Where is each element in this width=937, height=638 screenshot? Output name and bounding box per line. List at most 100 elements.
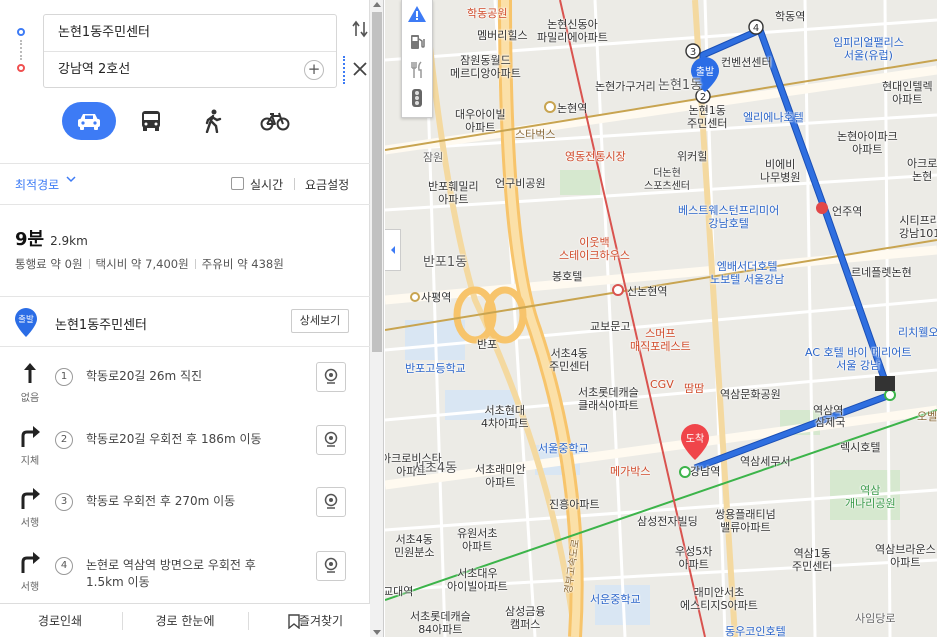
map-label: 삼제국 bbox=[815, 416, 846, 429]
map-label: 반포고등학교 bbox=[405, 362, 466, 375]
map-label: 반포1동 bbox=[423, 255, 468, 270]
map-label: 임피리얼팰리스 서울(유럽) bbox=[833, 36, 904, 62]
map-label: 컨벤션센터 bbox=[721, 56, 772, 69]
waypoint-3: 3 bbox=[690, 47, 696, 58]
map-label: 서운중학교 bbox=[590, 593, 641, 606]
separator bbox=[122, 612, 123, 630]
route-step[interactable]: 없음 1 학동로20길 26m 직진 bbox=[0, 347, 370, 409]
scroll-down-icon[interactable] bbox=[373, 630, 381, 635]
map-label: 영동전통시장 bbox=[565, 150, 626, 163]
mode-bus-button[interactable] bbox=[124, 102, 178, 140]
map-label: 논현가구거리 bbox=[595, 80, 656, 93]
traffic-info-button[interactable] bbox=[402, 0, 432, 28]
map-label: 쌍용플래티넘 밸류아파트 bbox=[715, 508, 776, 534]
location-pin-icon bbox=[324, 493, 338, 509]
origin-pin-icon bbox=[17, 28, 25, 36]
route-step[interactable]: 서행 4 논현로 역삼역 방면으로 우회전 후 1.5km 이동 bbox=[0, 536, 370, 598]
map-label: 교대역 bbox=[385, 585, 414, 598]
map-label: 아크로 논현 bbox=[907, 157, 937, 183]
map-label: 멤버리힐스 bbox=[477, 29, 528, 42]
start-badge: 출발 bbox=[18, 314, 34, 325]
walk-icon bbox=[205, 109, 222, 133]
map-label: 언구비공원 bbox=[495, 177, 546, 190]
collapse-panel-button[interactable] bbox=[385, 229, 401, 271]
map-view[interactable]: 2 3 4 출발 도착 학동공원 논현신동아 파밀리에아파트 학동역 멤버리힐스… bbox=[385, 0, 937, 637]
waypoint-dots bbox=[343, 56, 345, 84]
favorite-label: 즐겨찾기 bbox=[298, 614, 344, 628]
map-label: 더논현 스포츠센터 bbox=[644, 168, 690, 192]
taxi-cost: 택시비 약 7,400원 bbox=[95, 257, 189, 271]
route-inputs: 논현1동주민센터 강남역 2호선 + bbox=[43, 14, 337, 88]
map-label: 언주역 bbox=[832, 205, 863, 218]
map-label: 서초4동 민원분소 bbox=[394, 533, 435, 559]
mode-bike-button[interactable] bbox=[248, 102, 302, 140]
swap-route-button[interactable] bbox=[350, 20, 370, 44]
map-label: 대우아이빌 아파트 bbox=[455, 108, 506, 134]
map-label: 삼성전자빌딩 bbox=[637, 515, 698, 528]
destination-field[interactable]: 강남역 2호선 + bbox=[44, 51, 336, 87]
chevron-down-icon[interactable] bbox=[66, 175, 76, 186]
step-view-button[interactable] bbox=[316, 487, 346, 517]
route-step[interactable]: 지체 2 학동로20길 우회전 후 186m 이동 bbox=[0, 410, 370, 472]
add-waypoint-button[interactable]: + bbox=[304, 60, 324, 80]
location-pin-icon bbox=[324, 557, 338, 573]
start-name: 논현1동주민센터 bbox=[55, 318, 147, 333]
gas-station-button[interactable] bbox=[402, 28, 432, 56]
location-pin-icon bbox=[324, 431, 338, 447]
mode-car-button[interactable] bbox=[62, 102, 116, 140]
print-route-button[interactable]: 경로인쇄 bbox=[0, 604, 120, 638]
panel-scrollbar[interactable] bbox=[370, 0, 384, 637]
map-label: 강남역 bbox=[690, 465, 721, 478]
traffic-label: 지체 bbox=[20, 456, 40, 467]
step-number: 3 bbox=[55, 493, 73, 511]
map-label: 역삼브라운스 아파트 bbox=[875, 543, 936, 569]
warning-icon bbox=[408, 6, 426, 22]
realtime-label[interactable]: 실시간 bbox=[250, 176, 283, 193]
turn-right-icon bbox=[21, 488, 40, 509]
step-text: 논현로 역삼역 방면으로 우회전 후 1.5km 이동 bbox=[86, 558, 256, 589]
realtime-checkbox[interactable] bbox=[231, 177, 244, 190]
map-label: 사임당로 bbox=[855, 612, 896, 625]
map-label: 학동역 bbox=[775, 10, 806, 23]
destination-pin-icon bbox=[17, 64, 25, 72]
map-label: 비에비 나무병원 bbox=[760, 158, 801, 184]
map-label: 서초롯데캐슬 클래식아파트 bbox=[578, 386, 639, 412]
map-label: 논현신동아 파밀리에아파트 bbox=[537, 18, 608, 44]
map-label: 이웃백 스테이크하우스 bbox=[559, 236, 630, 262]
step-text: 학동로20길 26m 직진 bbox=[86, 369, 203, 383]
map-label: 스타벅스 bbox=[515, 128, 556, 141]
waypoint-2: 2 bbox=[700, 92, 706, 103]
scroll-up-icon[interactable] bbox=[373, 2, 381, 7]
map-label: 동우코인호텔 bbox=[725, 625, 786, 637]
car-icon bbox=[78, 114, 100, 130]
map-label: 논현아이파크 아파트 bbox=[837, 130, 898, 156]
traffic-light-button[interactable] bbox=[402, 84, 432, 112]
best-route-dropdown[interactable]: 최적경로 bbox=[15, 176, 59, 193]
origin-field[interactable]: 논현1동주민센터 bbox=[44, 15, 336, 51]
favorite-button[interactable]: 즐겨찾기 bbox=[250, 604, 370, 638]
close-button[interactable] bbox=[350, 58, 370, 82]
detail-view-button[interactable]: 상세보기 bbox=[291, 309, 349, 333]
route-connector bbox=[20, 40, 22, 60]
map-label: CGV bbox=[650, 378, 674, 391]
route-summary: 9분 2.9km bbox=[15, 225, 88, 251]
fee-settings-link[interactable]: 요금설정 bbox=[305, 176, 349, 193]
map-label: 잠원동월드 메르디앙아파트 bbox=[450, 54, 521, 80]
scroll-thumb[interactable] bbox=[372, 12, 382, 352]
step-view-button[interactable] bbox=[316, 362, 346, 392]
chevron-left-icon bbox=[390, 246, 395, 254]
bus-icon bbox=[142, 111, 160, 131]
directions-panel: 논현1동주민센터 강남역 2호선 + 최적경로 실시간 요금설정 9분 2.9k… bbox=[0, 0, 370, 637]
route-overview-button[interactable]: 경로 한눈에 bbox=[124, 604, 246, 638]
restaurant-button[interactable] bbox=[402, 56, 432, 84]
step-view-button[interactable] bbox=[316, 551, 346, 581]
map-label: 신논현역 bbox=[627, 285, 668, 298]
step-view-button[interactable] bbox=[316, 425, 346, 455]
map-label: 현대인텔렉 아파트 bbox=[882, 80, 933, 106]
svg-text:출발: 출발 bbox=[696, 66, 714, 78]
route-step[interactable]: 서행 3 학동로 우회전 후 270m 이동 bbox=[0, 472, 370, 534]
map-label: 렉시호텔 bbox=[840, 441, 881, 454]
route-options: 최적경로 실시간 요금설정 bbox=[0, 164, 370, 204]
mode-walk-button[interactable] bbox=[186, 102, 240, 140]
separator bbox=[294, 178, 295, 190]
